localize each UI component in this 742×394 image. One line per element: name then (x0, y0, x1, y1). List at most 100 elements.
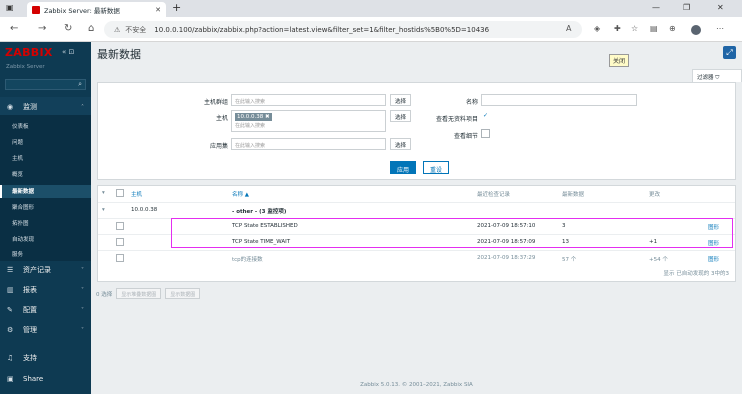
chevron-down-icon: ˅ (81, 286, 84, 294)
warning-icon: ⚠ (114, 25, 121, 34)
close-window-icon[interactable]: ✕ (717, 3, 724, 12)
submenu-services[interactable]: 服务 (12, 250, 23, 258)
select-all-checkbox[interactable] (116, 189, 124, 197)
menu-administration[interactable]: ⚙ 管理 ˅ (0, 320, 91, 340)
submenu-maps[interactable]: 拓扑图 (12, 219, 29, 227)
header-name[interactable]: 名称 ▲ (232, 190, 249, 198)
host-tag: 10.0.0.38 ✖ (235, 113, 272, 121)
tooltip: 关闭 (609, 54, 630, 67)
kiosk-mode-button[interactable]: ⤢ (723, 46, 736, 59)
row-checkbox[interactable] (116, 222, 124, 230)
browser-tab[interactable]: Zabbix Server: 最新数据 ✕ (27, 2, 166, 17)
shopping-icon[interactable]: ⊕ (669, 24, 676, 33)
home-icon[interactable]: ⌂ (88, 23, 94, 34)
profile-avatar[interactable] (691, 25, 701, 35)
chevron-down-icon: ˅ (81, 266, 84, 274)
table-row: TCP State ESTABLISHED 2021-07-09 18:57:1… (98, 218, 735, 234)
name-input[interactable] (481, 94, 637, 106)
window-menu-icon[interactable]: ▣ (6, 3, 14, 12)
filter-icon: ⛉ (715, 75, 720, 81)
puzzle-icon[interactable]: ✚ (614, 24, 621, 33)
item-change: +1 (649, 239, 658, 245)
submenu-overview[interactable]: 概览 (12, 170, 23, 178)
new-tab-icon[interactable]: + (172, 1, 181, 14)
back-icon[interactable]: ← (10, 23, 18, 34)
filter-panel: 主机群组 在此输入搜索 选择 主机 10.0.0.38 ✖ 在此输入搜索 选择 … (97, 82, 736, 180)
search-icon: ⌕ (78, 80, 82, 88)
restore-icon[interactable]: ❐ (683, 3, 690, 12)
submenu-problems[interactable]: 问题 (12, 138, 23, 146)
header-last-value: 最新数据 (562, 192, 585, 198)
reload-icon[interactable]: ↻ (64, 23, 72, 34)
read-aloud-icon[interactable]: A (566, 24, 571, 33)
submenu-hosts[interactable]: 主机 (12, 154, 23, 162)
collapse-sidebar-icon[interactable]: « ⊡ (62, 48, 74, 56)
submenu-screens[interactable]: 聚合图形 (12, 203, 34, 211)
item-last-value: 13 (562, 239, 569, 245)
favorites-icon[interactable]: ☆ (631, 24, 638, 33)
menu-label: 支持 (23, 354, 37, 362)
stacked-graph-button[interactable]: 显示堆叠数据图 (116, 288, 162, 299)
submenu-dashboard[interactable]: 仪表板 (12, 122, 29, 130)
more-icon[interactable]: ⋯ (716, 24, 724, 33)
chart-icon: ▥ (7, 286, 14, 294)
menu-inventory[interactable]: ☰ 资产记录 ˅ (0, 260, 91, 280)
graph-link[interactable]: 图形 (708, 239, 719, 247)
item-name: tcp的连接数 (232, 257, 263, 263)
table-summary: 显示 已自动发现的 3中的3 (663, 271, 730, 277)
graph-link[interactable]: 图形 (708, 223, 719, 231)
row-checkbox[interactable] (116, 254, 124, 262)
menu-label: 管理 (23, 326, 37, 334)
graph-button[interactable]: 显示数据图 (165, 288, 201, 299)
collapse-all-icon[interactable]: ▾ (102, 190, 105, 196)
apply-button[interactable]: 应用 (390, 161, 417, 174)
minimize-icon[interactable]: — (652, 3, 660, 12)
close-tab-icon[interactable]: ✕ (155, 6, 161, 14)
copyright: Zabbix 5.0.13. © 2001–2021, Zabbix SIA (360, 382, 473, 388)
filter-tab[interactable]: 过滤器 ⛉ (692, 69, 742, 82)
eye-icon: ◉ (7, 103, 14, 111)
menu-label: 监测 (23, 103, 37, 111)
host-label: 主机 (215, 115, 228, 122)
sidebar-search-input[interactable]: ⌕ (5, 79, 86, 90)
menu-configuration[interactable]: ✎ 配置 ˅ (0, 300, 91, 320)
remove-tag-icon[interactable]: ✖ (265, 114, 270, 120)
show-no-data-checkbox[interactable]: ✓ (481, 112, 490, 121)
group-row: ▾ 10.0.0.38 - other - (3 监控项) (98, 202, 735, 218)
latest-data-table: ▾ 主机 名称 ▲ 最近检查记录 最新数据 更改 ▾ 10.0.0.38 - o… (97, 185, 736, 282)
menu-reports[interactable]: ▥ 报表 ˅ (0, 280, 91, 300)
forward-icon[interactable]: → (38, 23, 46, 34)
header-host[interactable]: 主机 (131, 190, 142, 198)
collections-icon[interactable]: ▤ (650, 24, 658, 33)
address-bar: ← → ↻ ⌂ ⚠ 不安全 10.0.0.100/zabbix/zabbix.p… (0, 17, 742, 42)
menu-share[interactable]: ▣ Share (0, 369, 91, 389)
app-label: 应用集 (209, 143, 228, 150)
zabbix-logo[interactable]: ZABBIX (5, 46, 53, 59)
host-group-input[interactable]: 在此输入搜索 (231, 94, 386, 106)
item-last-check: 2021-07-09 18:37:29 (477, 255, 536, 261)
wrench-icon: ✎ (7, 306, 13, 314)
menu-label: Share (23, 375, 44, 383)
menu-support[interactable]: ♫ 支持 (0, 348, 91, 368)
page-title: 最新数据 (97, 48, 141, 61)
graph-link[interactable]: 图形 (708, 255, 719, 263)
share-icon: ▣ (7, 375, 14, 383)
group-host: 10.0.0.38 (131, 207, 158, 213)
menu-monitoring[interactable]: ◉ 监测 ˄ (0, 97, 91, 117)
app-input[interactable]: 在此输入搜索 (231, 138, 386, 150)
submenu-discovery[interactable]: 自动发现 (12, 235, 34, 243)
url-text: 10.0.0.100/zabbix/zabbix.php?action=late… (154, 25, 490, 34)
host-multiselect[interactable]: 10.0.0.38 ✖ 在此输入搜索 (231, 110, 386, 132)
url-field[interactable]: ⚠ 不安全 10.0.0.100/zabbix/zabbix.php?actio… (104, 21, 582, 38)
host-group-select-button[interactable]: 选择 (390, 94, 412, 106)
submenu-latest-data[interactable]: 最新数据 (12, 187, 34, 195)
browser-tab-bar: ▣ Zabbix Server: 最新数据 ✕ + — ❐ ✕ (0, 0, 742, 17)
table-row: tcp的连接数 2021-07-09 18:37:29 57 个 +54 个 图… (98, 250, 735, 266)
show-details-checkbox[interactable] (481, 129, 490, 138)
host-tag-label: 10.0.0.38 (237, 114, 264, 120)
row-checkbox[interactable] (116, 238, 124, 246)
group-name: - other - (3 监控项) (232, 209, 287, 215)
expand-group-icon[interactable]: ▾ (102, 207, 105, 213)
extension-icon[interactable]: ◈ (594, 24, 600, 33)
reset-button[interactable]: 重设 (423, 161, 450, 174)
